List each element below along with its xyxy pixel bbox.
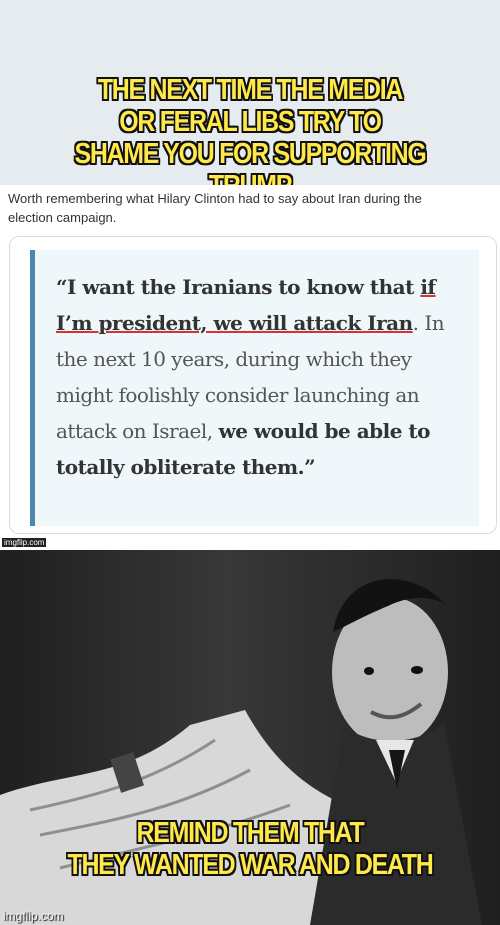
top-panel: THE NEXT TIME THE MEDIA OR FERAL LIBS TR… xyxy=(0,0,500,202)
tweet-screenshot: Worth remembering what Hilary Clinton ha… xyxy=(0,185,500,550)
imgflip-small-watermark: imgflip.com xyxy=(2,538,47,547)
quote-card: “I want the Iranians to know that if I’m … xyxy=(9,236,497,534)
bottom-caption-line-1: REMIND THEM THAT xyxy=(136,817,365,849)
tweet-text: Worth remembering what Hilary Clinton ha… xyxy=(8,189,492,227)
quote-underlined-if: if xyxy=(420,275,436,299)
bottom-caption: REMIND THEM THAT THEY WANTED WAR AND DEA… xyxy=(35,817,465,881)
quote-text: “I want the Iranians to know that if I’m … xyxy=(56,269,466,485)
blockquote: “I want the Iranians to know that if I’m … xyxy=(30,250,479,526)
top-caption-line-1: THE NEXT TIME THE MEDIA xyxy=(97,74,404,106)
tweet-text-line-2: election campaign. xyxy=(8,210,117,225)
top-caption-line-2: OR FERAL LIBS TRY TO xyxy=(119,106,382,138)
quote-closing-mark: ” xyxy=(304,455,316,479)
top-caption: THE NEXT TIME THE MEDIA OR FERAL LIBS TR… xyxy=(35,74,465,202)
imgflip-watermark: imgflip.com xyxy=(3,909,64,923)
quote-bold-opening: “I want the Iranians to know that xyxy=(56,275,421,299)
vintage-newspaper-man-photo: REMIND THEM THAT THEY WANTED WAR AND DEA… xyxy=(0,550,500,925)
tweet-text-line-1: Worth remembering what Hilary Clinton ha… xyxy=(8,191,422,206)
quote-bold-underlined: I’m president, we will attack Iran xyxy=(56,311,413,335)
bottom-caption-line-2: THEY WANTED WAR AND DEATH xyxy=(67,849,434,881)
